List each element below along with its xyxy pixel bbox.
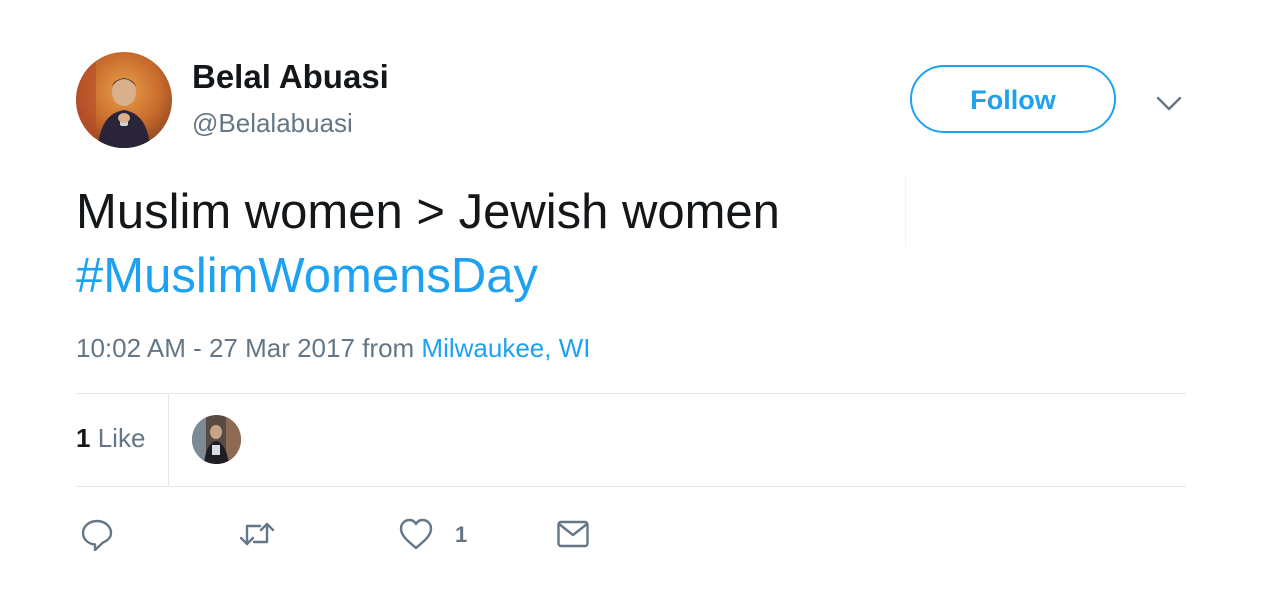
heart-icon	[399, 518, 433, 550]
likes-stat[interactable]: 1 Like	[76, 423, 145, 454]
tweet-text: Muslim women > Jewish women #MuslimWomen…	[76, 180, 780, 308]
hashtag-link[interactable]: #MuslimWomensDay	[76, 244, 780, 308]
tweet-text-body: Muslim women > Jewish women	[76, 185, 780, 239]
location-link[interactable]: Milwaukee, WI	[421, 333, 590, 363]
author-screen-name[interactable]: @Belalabuasi	[192, 108, 353, 139]
likes-count: 1	[76, 423, 91, 453]
like-action-count: 1	[455, 522, 468, 547]
retweet-button[interactable]	[238, 514, 276, 554]
likes-label: Like	[97, 423, 146, 453]
direct-message-button[interactable]	[556, 514, 590, 554]
tweet-card: Belal Abuasi @Belalabuasi Follow Muslim …	[0, 0, 1262, 600]
from-label: from	[362, 333, 415, 363]
liker-photo-icon	[192, 415, 241, 464]
stats-divider	[168, 393, 169, 486]
chevron-down-icon	[1156, 96, 1182, 111]
divider-top	[76, 393, 1186, 394]
envelope-icon	[557, 520, 589, 548]
reply-button[interactable]	[80, 514, 114, 554]
liker-avatar[interactable]	[192, 415, 241, 464]
reply-icon	[81, 519, 113, 552]
divider	[905, 175, 906, 247]
retweet-icon	[239, 522, 275, 546]
follow-button[interactable]: Follow	[910, 65, 1116, 133]
author-display-name[interactable]: Belal Abuasi	[192, 58, 389, 96]
like-button[interactable]	[398, 514, 434, 554]
tweet-metadata: 10:02 AM - 27 Mar 2017 from Milwaukee, W…	[76, 333, 590, 364]
divider-bottom	[76, 486, 1186, 487]
profile-photo-icon	[76, 52, 172, 148]
author-avatar[interactable]	[76, 52, 172, 148]
tweet-timestamp[interactable]: 10:02 AM - 27 Mar 2017	[76, 333, 355, 363]
more-options-button[interactable]	[1152, 86, 1186, 120]
